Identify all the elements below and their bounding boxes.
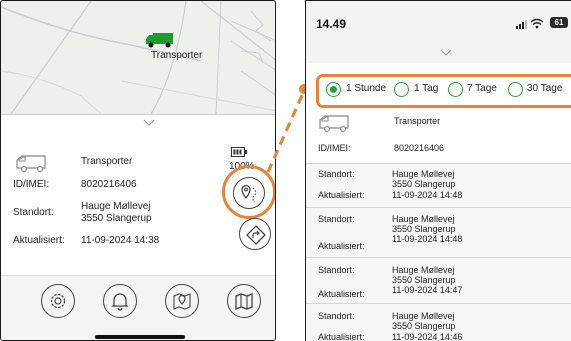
- imei-label: ID/IMEI:: [318, 143, 351, 153]
- history-location-line2: 3550 Slangerup: [392, 224, 456, 234]
- history-location-line2: 3550 Slangerup: [392, 321, 456, 331]
- signal-wifi-icon: [516, 18, 544, 29]
- history-location-line1: Hauge Møllevej: [392, 265, 455, 275]
- filter-label-30-tage[interactable]: 30 Tage: [527, 83, 562, 94]
- history-updated-value: 11-09-2024 14:46: [392, 332, 463, 341]
- imei-value: 8020216406: [394, 143, 445, 153]
- van-icon: [319, 115, 349, 132]
- history-location-line1: Hauge Møllevej: [392, 214, 455, 224]
- history-updated-label: Aktualisiert:: [318, 190, 365, 200]
- filter-radio-30-tage[interactable]: [508, 82, 523, 97]
- history-updated-value: 11-09-2024 14:48: [392, 190, 463, 200]
- history-updated-label: Aktualisiert:: [318, 332, 365, 341]
- history-updated-label: Aktualisiert:: [318, 289, 365, 299]
- filter-radio-1-tag[interactable]: [394, 82, 409, 97]
- filter-radio-7-tage[interactable]: [448, 82, 463, 97]
- filter-label-1-stunde[interactable]: 1 Stunde: [346, 83, 386, 94]
- history-location-line1: Hauge Møllevej: [392, 169, 455, 179]
- right-phone-screen: 14.49 61 1 Stunde 1 Tag 7 Tage 30 Tage T…: [305, 0, 571, 341]
- status-battery: 61: [550, 17, 568, 28]
- history-location-label: Standort:: [318, 169, 355, 179]
- filter-label-7-tage[interactable]: 7 Tage: [467, 83, 497, 94]
- history-location-line1: Hauge Møllevej: [392, 311, 455, 321]
- chevron-down-icon[interactable]: [440, 49, 452, 60]
- filter-radio-1-stunde[interactable]: [326, 82, 341, 97]
- history-location-label: Standort:: [318, 214, 355, 224]
- history-divider: [306, 257, 571, 258]
- history-location-line2: 3550 Slangerup: [392, 275, 456, 285]
- history-location-label: Standort:: [318, 265, 355, 275]
- history-location-line2: 3550 Slangerup: [392, 179, 456, 189]
- history-updated-value: 11-09-2024 14:48: [392, 234, 463, 244]
- filter-label-1-tag[interactable]: 1 Tag: [414, 83, 438, 94]
- history-divider: [306, 207, 571, 208]
- status-bar: [306, 1, 571, 63]
- history-divider: [306, 163, 571, 164]
- history-location-label: Standort:: [318, 311, 355, 321]
- history-updated-label: Aktualisiert:: [318, 241, 365, 251]
- status-time: 14.49: [316, 17, 347, 31]
- history-divider: [306, 303, 571, 304]
- vehicle-name: Transporter: [394, 116, 441, 126]
- history-updated-value: 11-09-2024 14:47: [392, 285, 463, 295]
